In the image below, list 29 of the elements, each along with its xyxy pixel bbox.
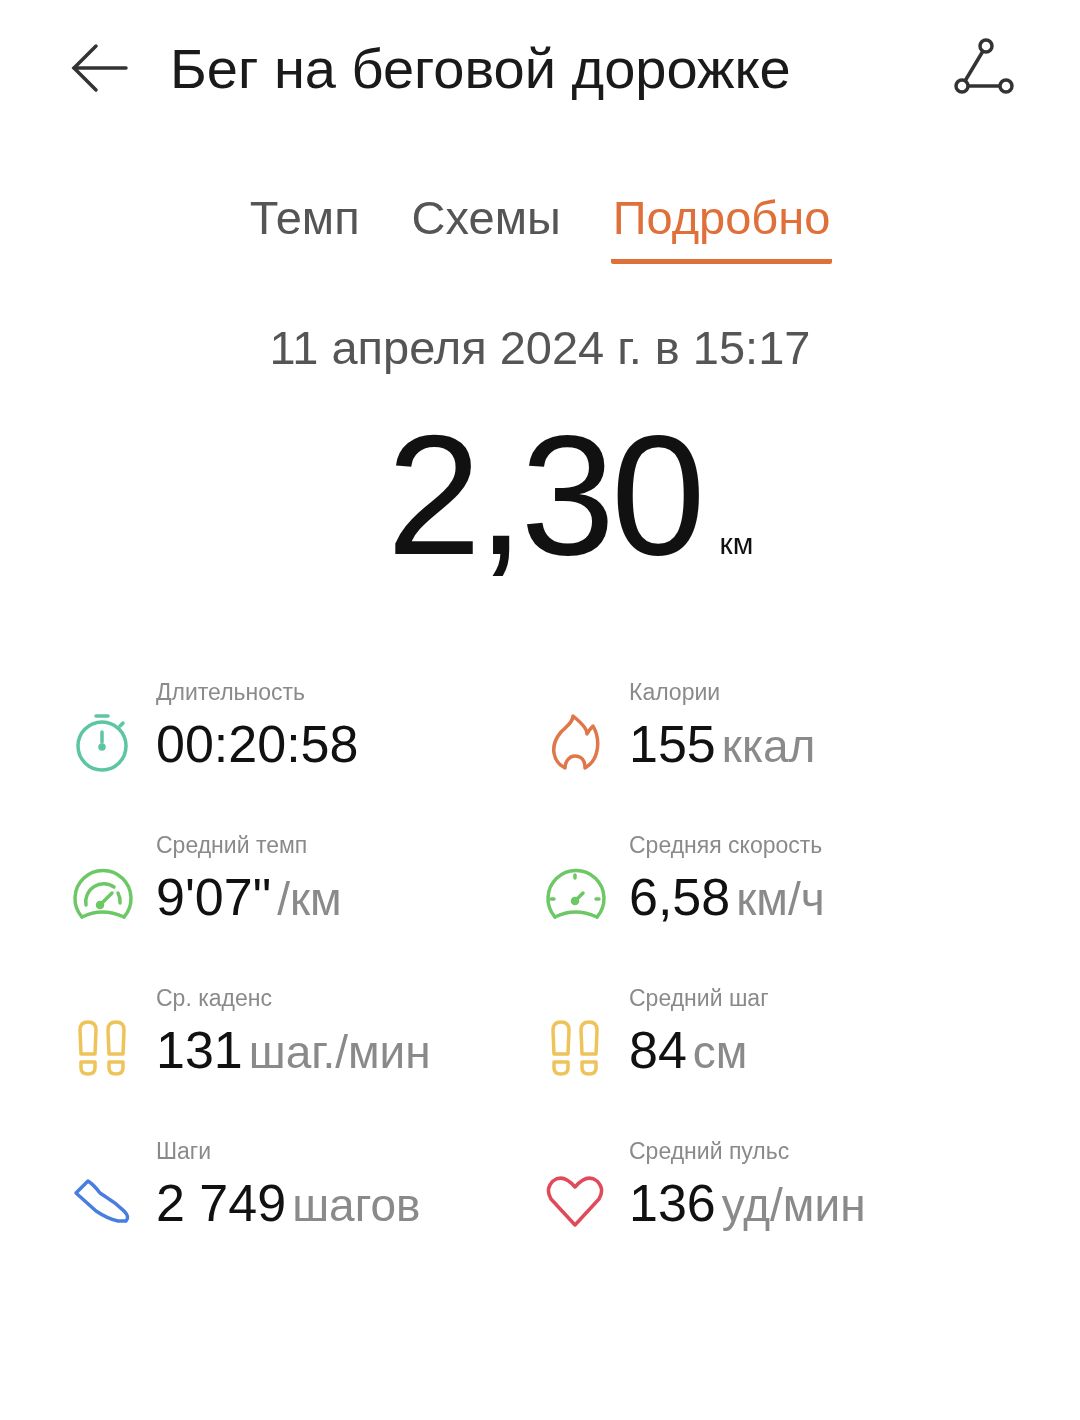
metric-label: Средний темп [156,832,309,859]
metric-unit: см [692,1025,748,1079]
metric-value: 9'07" [156,867,272,927]
workout-date: 11 апреля 2024 г. в 15:17 [268,320,812,375]
metric-label: Калории [629,679,722,706]
metric-label: Шаги [156,1138,213,1165]
metric-unit: шагов [292,1178,421,1232]
metric-unit: км/ч [736,872,825,926]
metric-unit: уд/мин [721,1178,866,1232]
metric-label: Ср. каденс [156,985,273,1012]
page-title: Бег на беговой дорожке [170,35,792,101]
metric-unit: /км [277,872,342,926]
metric-value: 155 [629,714,716,774]
metric-value: 6,58 [629,867,731,927]
metric-unit: ккал [721,719,816,773]
metric-value: 2 749 [156,1173,287,1233]
distance-value: 2,30 [386,399,702,592]
distance-unit: км [719,527,754,561]
tab[interactable]: Схемы [409,190,563,264]
metric-value: 136 [629,1173,716,1233]
metric-value: 84 [629,1020,687,1080]
metric-value: 00:20:58 [156,714,359,774]
metric-unit: шаг./мин [248,1025,431,1079]
tab[interactable]: Темп [247,190,362,264]
metric-label: Средняя скорость [629,832,824,859]
metric-value: 131 [156,1020,243,1080]
metric-label: Средний пульс [629,1138,791,1165]
metric-label: Средний шаг [629,985,769,1012]
metric-label: Длительность [156,679,307,706]
